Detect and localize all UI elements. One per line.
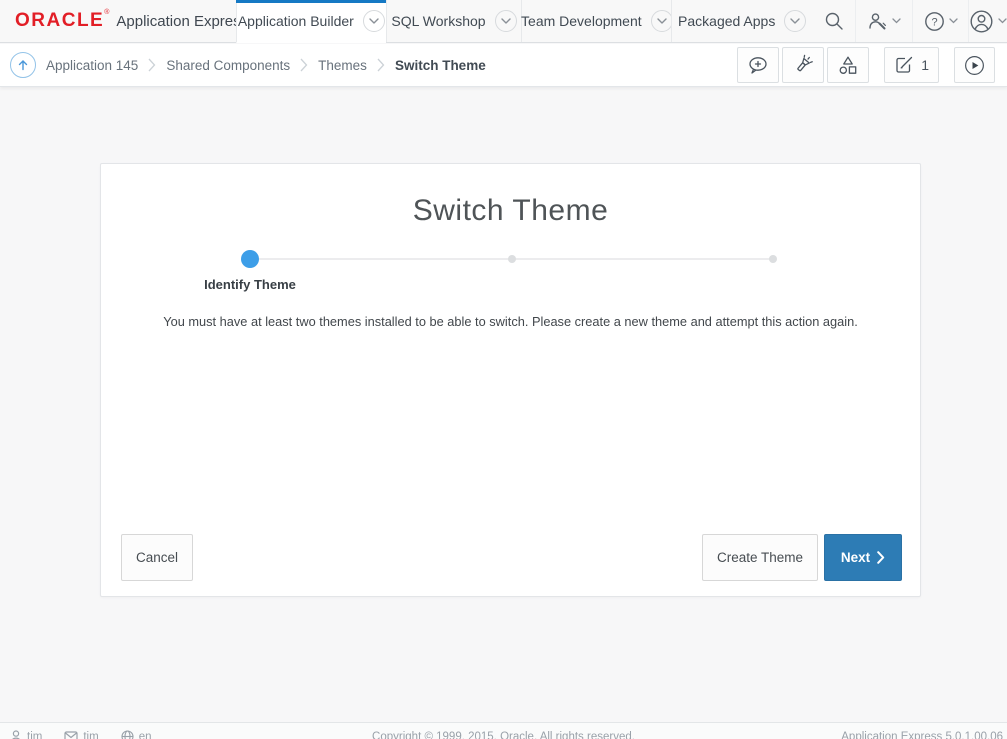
- arrow-up-icon: [16, 58, 30, 72]
- top-nav: ORACLE® Application Express Application …: [0, 0, 1007, 43]
- svg-text:?: ?: [931, 16, 937, 28]
- find-button[interactable]: [782, 47, 824, 83]
- page-toolbar: 1: [734, 47, 995, 83]
- tab-packaged-apps[interactable]: Packaged Apps: [671, 0, 812, 42]
- breadcrumb-item-switch-theme: Switch Theme: [395, 58, 486, 73]
- search-button[interactable]: [812, 0, 856, 42]
- feedback-button[interactable]: [737, 47, 779, 83]
- tab-label: SQL Workshop: [391, 13, 485, 29]
- tab-team-development[interactable]: Team Development: [521, 0, 671, 42]
- registered-mark: ®: [104, 9, 109, 16]
- chevron-down-icon: [998, 18, 1007, 24]
- edit-page-icon: [894, 55, 914, 75]
- administration-icon: [867, 11, 888, 31]
- edit-page-number: 1: [921, 57, 929, 73]
- help-icon: ?: [924, 11, 945, 32]
- chevron-right-icon: [877, 551, 885, 564]
- play-icon: [964, 54, 985, 77]
- next-button-label: Next: [841, 550, 870, 565]
- breadcrumb-separator-icon: [148, 58, 156, 72]
- account-menu-button[interactable]: [969, 0, 1007, 42]
- breadcrumb-item-shared-components[interactable]: Shared Components: [166, 58, 290, 73]
- tab-label: Packaged Apps: [678, 13, 775, 29]
- breadcrumb-item-application[interactable]: Application 145: [46, 58, 138, 73]
- chevron-down-icon[interactable]: [495, 10, 517, 32]
- header-icon-group: ?: [812, 0, 1007, 42]
- tab-sql-workshop[interactable]: SQL Workshop: [386, 0, 522, 42]
- tab-label: Application Builder: [238, 13, 354, 29]
- breadcrumb-separator-icon: [377, 58, 385, 72]
- create-theme-button[interactable]: Create Theme: [702, 534, 818, 581]
- edit-page-button[interactable]: 1: [884, 47, 939, 83]
- flashlight-icon: [792, 54, 814, 76]
- step-2-dot: [508, 255, 516, 263]
- chevron-down-icon[interactable]: [363, 10, 385, 32]
- next-button[interactable]: Next: [824, 534, 902, 581]
- step-1-dot-active: [241, 250, 259, 268]
- apex-window: ORACLE® Application Express Application …: [0, 0, 1007, 739]
- page-footer: tim tim en Copyright © 1999, 2015, Oracl…: [0, 722, 1007, 739]
- account-icon: [969, 9, 994, 34]
- shared-components-button[interactable]: [827, 47, 869, 83]
- help-menu-button[interactable]: ?: [913, 0, 969, 42]
- chevron-down-icon: [949, 18, 958, 24]
- cancel-button[interactable]: Cancel: [121, 534, 193, 581]
- switch-theme-wizard: Switch Theme Identify Theme You must hav…: [100, 163, 921, 597]
- breadcrumb-bar: Application 145 Shared Components Themes…: [0, 44, 1007, 87]
- run-page-button[interactable]: [954, 47, 995, 83]
- shared-components-icon: [837, 54, 859, 76]
- wizard-message: You must have at least two themes instal…: [101, 314, 920, 329]
- current-step-label: Identify Theme: [150, 277, 350, 292]
- oracle-logo[interactable]: ORACLE® Application Express: [0, 0, 236, 42]
- tab-label: Team Development: [521, 13, 642, 29]
- wizard-title: Switch Theme: [101, 194, 920, 228]
- chevron-down-icon[interactable]: [651, 10, 673, 32]
- breadcrumb-item-themes[interactable]: Themes: [318, 58, 367, 73]
- breadcrumb-separator-icon: [300, 58, 308, 72]
- administration-menu-button[interactable]: [856, 0, 913, 42]
- tab-application-builder[interactable]: Application Builder: [236, 0, 386, 43]
- chevron-down-icon: [892, 18, 901, 24]
- oracle-wordmark: ORACLE®: [15, 10, 109, 32]
- breadcrumb: Application 145 Shared Components Themes…: [10, 52, 486, 78]
- step-3-dot: [769, 255, 777, 263]
- chevron-down-icon[interactable]: [784, 10, 806, 32]
- feedback-icon: [747, 55, 769, 75]
- up-level-button[interactable]: [10, 52, 36, 78]
- footer-version: Application Express 5.0.1.00.06: [841, 731, 1003, 739]
- search-icon: [824, 11, 844, 31]
- product-name: Application Express: [116, 13, 248, 30]
